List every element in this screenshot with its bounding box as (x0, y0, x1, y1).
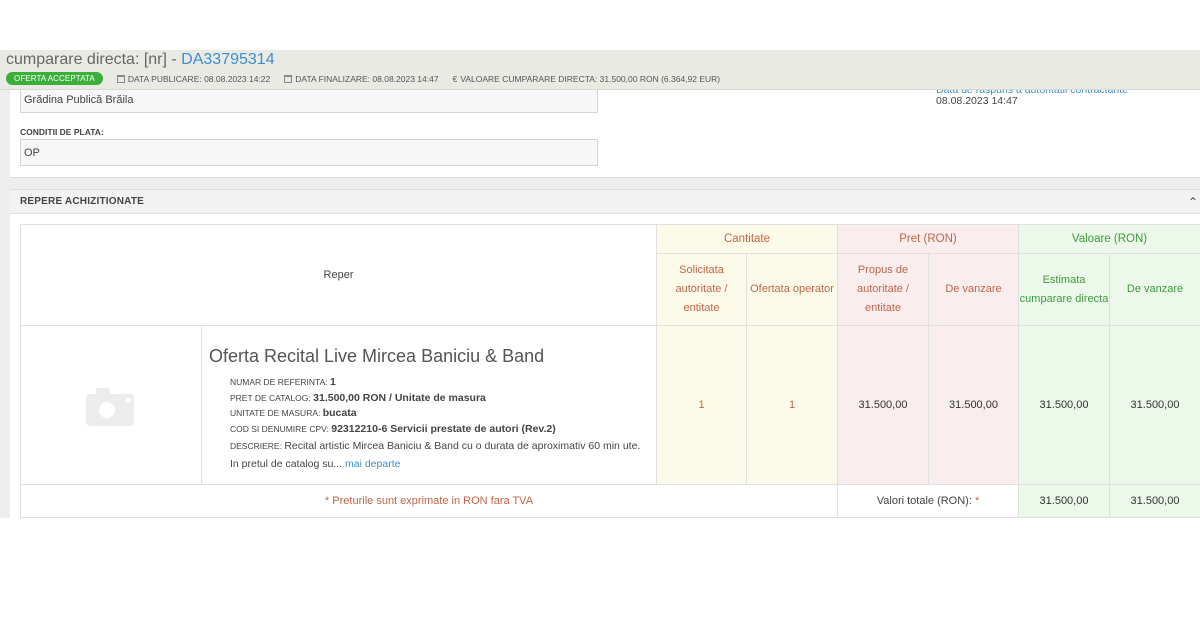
location-field: Grădina Publică Brăila (20, 86, 598, 113)
title-prefix: cumparare directa: [nr] - (6, 51, 182, 68)
more-link[interactable]: mai departe (345, 458, 400, 470)
items-panel-title: REPERE ACHIZITIONATE (20, 196, 145, 207)
camera-icon (86, 386, 136, 426)
col-estimata: Estimata cumparare directa (1018, 253, 1110, 326)
calendar-icon (284, 74, 293, 83)
procurement-value: € VALOARE CUMPARARE DIRECTA: 31.500,00 RO… (453, 74, 721, 84)
items-panel-header[interactable]: REPERE ACHIZITIONATE ⌃ (10, 190, 1200, 214)
items-panel: REPERE ACHIZITIONATE ⌃ Reper Cantitate P… (10, 189, 1200, 518)
finalize-date: DATA FINALIZARE: 08.08.2023 14:47 (284, 73, 439, 84)
product-title: Oferta Recital Live Mircea Baniciu & Ban… (209, 346, 545, 366)
total-sale: 31.500,00 (1108, 484, 1200, 518)
chevron-up-icon[interactable]: ⌃ (1188, 195, 1198, 209)
response-date: 08.08.2023 14:47 (936, 95, 1018, 107)
items-table: Reper Cantitate Pret (RON) Valoare (RON)… (20, 224, 1200, 518)
meta-row: OFERTA ACCEPTATA DATA PUBLICARE: 08.08.2… (6, 71, 734, 86)
totals-label: Valori totale (RON): * (837, 484, 1019, 518)
payment-label: CONDITII DE PLATA: (20, 127, 104, 137)
qty-requested: 1 (656, 325, 747, 485)
unit-of-measure: UNITATE DE MASURA: bucata (230, 407, 357, 419)
qty-offered: 1 (746, 325, 838, 485)
procedure-code-link[interactable]: DA33795314 (181, 51, 274, 68)
publish-date-text: DATA PUBLICARE: 08.08.2023 14:22 (127, 73, 271, 84)
catalog-price: PRET DE CATALOG: 31.500,00 RON / Unitate… (230, 391, 486, 404)
status-badge: OFERTA ACCEPTATA (6, 72, 103, 85)
col-reper: Reper (20, 224, 657, 326)
publish-date: DATA PUBLICARE: 08.08.2023 14:22 (116, 73, 271, 84)
tva-note: * Preturile sunt exprimate in RON fara T… (20, 484, 838, 518)
finalize-date-text: DATA FINALIZARE: 08.08.2023 14:47 (295, 73, 439, 84)
product-details: Oferta Recital Live Mircea Baniciu & Ban… (201, 325, 657, 485)
product-image (20, 325, 202, 485)
col-pret-vanzare: De vanzare (928, 253, 1019, 326)
table-row: Oferta Recital Live Mircea Baniciu & Ban… (20, 325, 1200, 485)
col-group-pret: Pret (RON) (837, 224, 1019, 254)
col-solicitata: Solicitata autoritate / entitate (656, 253, 747, 326)
price-sale: 31.500,00 (928, 325, 1019, 485)
value-estimated: 31.500,00 (1018, 325, 1110, 485)
description: DESCRIERE: Recital artistic Mircea Banic… (230, 440, 641, 470)
euro-icon: € (452, 73, 458, 84)
details-section: Grădina Publică Brăila CONDITII DE PLATA… (10, 84, 1200, 178)
price-proposed: 31.500,00 (837, 325, 929, 485)
col-group-valoare: Valoare (RON) (1017, 224, 1200, 254)
ref-number: NUMAR DE REFERINTA: 1 (230, 376, 336, 388)
page-frame: cumparare directa: [nr] - DA33795314 OFE… (0, 50, 1200, 518)
col-ofertata: Ofertata operator (746, 253, 838, 326)
page-title: cumparare directa: [nr] - DA33795314 (6, 51, 275, 69)
totals-row: * Preturile sunt exprimate in RON fara T… (20, 484, 1200, 518)
value-sale: 31.500,00 (1108, 325, 1200, 485)
col-val-vanzare: De vanzare (1108, 253, 1200, 326)
total-estimated: 31.500,00 (1018, 484, 1110, 518)
col-group-cantitate: Cantitate (656, 224, 838, 254)
header-bar: cumparare directa: [nr] - DA33795314 OFE… (0, 50, 1200, 90)
col-propus: Propus de autoritate / entitate (837, 253, 929, 326)
procurement-value-text: VALOARE CUMPARARE DIRECTA: 31.500,00 RON… (460, 73, 721, 84)
cpv-code: COD SI DENUMIRE CPV: 92312210-6 Servicii… (230, 422, 556, 435)
payment-field: OP (20, 139, 598, 166)
calendar-icon (116, 74, 125, 83)
